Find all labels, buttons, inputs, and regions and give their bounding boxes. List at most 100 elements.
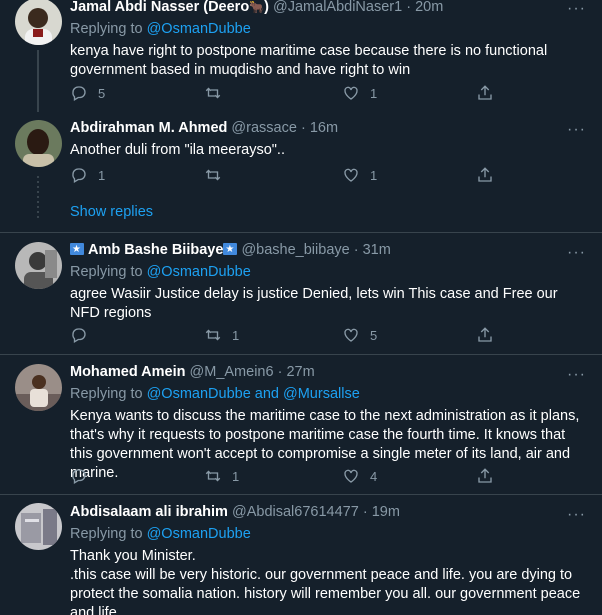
share-button[interactable] [476,466,494,486]
avatar[interactable] [15,364,62,411]
tweet-text: kenya have right to postpone maritime ca… [70,43,548,78]
avatar[interactable] [15,120,62,167]
reply-icon [72,168,86,183]
like-button[interactable]: 4 [342,466,377,486]
avatar[interactable] [15,503,62,550]
somalia-flag-icon [70,241,84,259]
share-button[interactable] [476,165,494,185]
replying-to-link[interactable]: @OsmanDubbe [147,264,251,280]
tweet-header: Abdisalaam ali ibrahim @Abdisal67614477 … [70,503,587,522]
divider [0,494,602,495]
tweet-actions: 1 5 [70,325,500,345]
tweet-header: Amb Bashe Biibaye @bashe_biibaye · 31m [70,241,587,260]
tweet-header: Jamal Abdi Nasser (Deero🐂) @JamalAbdiNas… [70,0,587,17]
divider [0,354,602,355]
more-icon[interactable]: ··· [567,367,586,383]
replying-to: Replying to @OsmanDubbe and @Mursallse [70,385,587,404]
avatar[interactable] [15,242,62,289]
share-button[interactable] [476,83,494,103]
tweet-actions: 1 1 [70,165,500,185]
more-icon[interactable]: ··· [567,1,586,17]
retweet-icon [205,169,221,181]
handle[interactable]: @bashe_biibaye [241,242,349,258]
show-replies-link[interactable]: Show replies [70,204,153,220]
like-button[interactable]: 1 [342,165,377,185]
tweet-header: Abdirahman M. Ahmed @rassace · 16m [70,119,587,138]
display-name[interactable]: Mohamed Amein [70,364,185,380]
share-icon [478,167,492,182]
tweet-content: Mohamed Amein @M_Amein6 · 27m Replying t… [70,363,587,483]
tweet-text: Another duli from "ila meerayso".. [70,142,285,158]
share-icon [478,327,492,342]
display-name-suffix: ) [264,0,269,15]
retweet-icon [205,87,221,99]
replying-to-link[interactable]: @OsmanDubbe and @Mursallse [147,386,360,402]
separator-dot: · [353,242,359,258]
like-button[interactable]: 1 [342,83,377,103]
like-button[interactable]: 5 [342,325,377,345]
retweet-count: 1 [232,468,240,484]
handle[interactable]: @JamalAbdiNaser1 [273,0,402,15]
tweet-text: agree Wasiir Justice delay is justice De… [70,286,558,321]
retweet-button[interactable]: 1 [204,466,239,486]
share-icon [478,85,492,100]
separator-dot: · [277,364,283,380]
reply-button[interactable]: 1 [70,165,105,185]
replying-to: Replying to @OsmanDubbe [70,525,587,544]
display-name[interactable]: Abdisalaam ali ibrahim [70,504,228,520]
tweet-header: Mohamed Amein @M_Amein6 · 27m [70,363,587,382]
replying-to-link[interactable]: @OsmanDubbe [147,526,251,542]
display-name[interactable]: Amb Bashe Biibaye [88,242,223,258]
like-icon [344,168,358,182]
retweet-button[interactable] [204,83,232,103]
timestamp[interactable]: 27m [286,364,314,380]
tweet-content: Jamal Abdi Nasser (Deero🐂) @JamalAbdiNas… [70,0,587,80]
retweet-button[interactable] [204,165,232,185]
separator-dot: · [300,120,306,136]
reply-button[interactable] [70,466,98,486]
replying-to: Replying to @OsmanDubbe [70,20,587,39]
display-name[interactable]: Jamal Abdi Nasser (Deero [70,0,249,15]
timestamp[interactable]: 20m [415,0,443,15]
reply-button[interactable]: 5 [70,83,105,103]
divider [0,232,602,233]
reply-icon [72,328,86,343]
like-count: 1 [370,85,378,101]
retweet-icon [205,470,221,482]
timestamp[interactable]: 16m [310,120,338,136]
like-icon [344,469,358,483]
tweet-content: Abdisalaam ali ibrahim @Abdisal67614477 … [70,503,587,615]
reply-button[interactable] [70,325,98,345]
thread-line [37,176,39,220]
share-button[interactable] [476,325,494,345]
replying-to: Replying to @OsmanDubbe [70,263,587,282]
like-count: 1 [370,167,378,183]
retweet-button[interactable]: 1 [204,325,239,345]
tweet-content: Abdirahman M. Ahmed @rassace · 16m Anoth… [70,119,587,160]
reply-icon [72,469,86,484]
more-icon[interactable]: ··· [567,245,586,261]
tweet-actions: 5 1 [70,83,500,103]
reply-count: 1 [98,167,106,183]
handle[interactable]: @Abdisal67614477 [232,504,359,520]
replying-to-link[interactable]: @OsmanDubbe [147,21,251,37]
handle[interactable]: @M_Amein6 [190,364,274,380]
tweet-text-line1: Thank you Minister. [70,548,196,564]
somalia-flag-icon [223,241,238,259]
tweet-content: Amb Bashe Biibaye @bashe_biibaye · 31m R… [70,241,587,323]
display-name[interactable]: Abdirahman M. Ahmed [70,120,227,136]
retweet-icon [205,329,221,341]
tweet-feed: Jamal Abdi Nasser (Deero🐂) @JamalAbdiNas… [0,0,602,615]
tweet-text-line2: .this case will be very historic. our go… [70,567,581,615]
timestamp[interactable]: 19m [372,504,400,520]
more-icon[interactable]: ··· [567,122,586,138]
handle[interactable]: @rassace [231,120,297,136]
more-icon[interactable]: ··· [567,507,586,523]
timestamp[interactable]: 31m [363,242,391,258]
like-icon [344,328,358,342]
replying-label: Replying to [70,21,143,37]
separator-dot: · [362,504,368,520]
avatar[interactable] [15,0,62,45]
retweet-count: 1 [232,327,240,343]
like-icon [344,86,358,100]
